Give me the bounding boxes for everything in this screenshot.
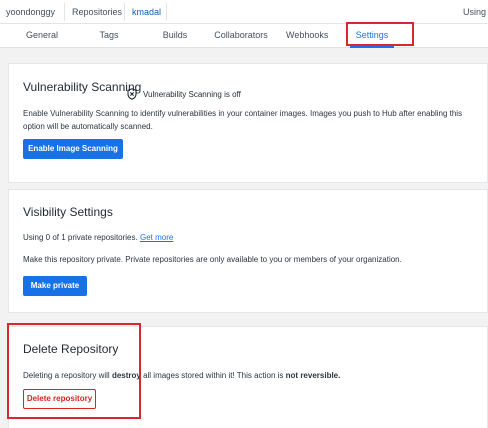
vulnerability-status-text: Vulnerability Scanning is off [143,89,241,99]
vulnerability-scanning-description: Enable Vulnerability Scanning to identif… [23,109,463,131]
tab-webhooks[interactable]: Webhooks [286,24,328,48]
visibility-settings-card: Visibility Settings Using 0 of 1 private… [8,189,488,313]
delete-repository-button[interactable]: Delete repository [23,389,96,409]
tab-collaborators[interactable]: Collaborators [214,24,268,48]
delete-warning-text: Deleting a repository will [23,371,112,380]
breadcrumb-item-namespace[interactable]: yoondonggy [6,0,55,24]
breadcrumb-divider [64,3,65,21]
delete-warning-text: all images stored within it! This action… [140,371,286,380]
vulnerability-scanning-card: Vulnerability Scanning Enable Vulnerabil… [8,63,488,183]
visibility-settings-title: Visibility Settings [23,205,113,219]
breadcrumb-divider [124,3,125,21]
tab-tags[interactable]: Tags [94,24,124,48]
tab-builds[interactable]: Builds [158,24,192,48]
delete-warning-emphasis: not reversible. [285,371,341,380]
visibility-description: Make this repository private. Private re… [23,255,402,264]
tab-general[interactable]: General [22,24,62,48]
breadcrumb-item-repositories[interactable]: Repositories [72,0,122,24]
breadcrumb: yoondonggy Repositories kmadal Using [0,0,488,24]
vulnerability-status: Vulnerability Scanning is off [127,87,241,101]
shield-off-icon [127,88,137,100]
vulnerability-scanning-title: Vulnerability Scanning [23,80,142,94]
make-private-button[interactable]: Make private [23,276,87,296]
private-repo-usage-text: Using 0 of 1 private repositories. [23,233,138,242]
delete-repository-warning: Deleting a repository will destroy all i… [23,369,463,382]
enable-image-scanning-button[interactable]: Enable Image Scanning [23,139,123,159]
repository-tabs: General Tags Builds Collaborators Webhoo… [0,24,488,48]
private-repo-usage: Using 0 of 1 private repositories. Get m… [23,231,173,244]
tab-settings[interactable]: Settings [350,24,394,48]
breadcrumb-divider [166,3,167,21]
get-more-link[interactable]: Get more [140,233,173,242]
using-label: Using [462,7,486,17]
delete-repository-card: Delete Repository Deleting a repository … [8,326,488,428]
breadcrumb-item-repository[interactable]: kmadal [132,0,161,24]
delete-warning-emphasis: destroy [111,371,141,380]
delete-repository-title: Delete Repository [23,342,119,356]
